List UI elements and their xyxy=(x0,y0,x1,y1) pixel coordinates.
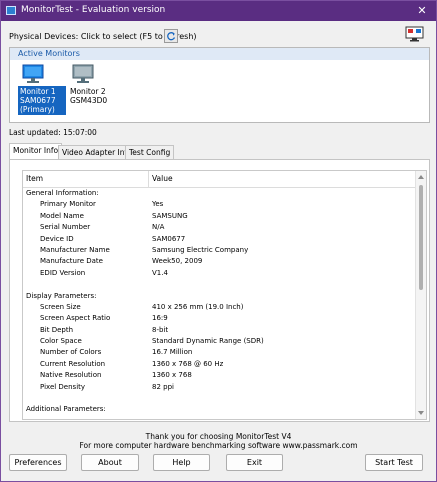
grid-item-value: 8-bit xyxy=(152,325,169,334)
grid-item-value: 1360 x 768 xyxy=(152,371,192,380)
table-row[interactable]: Manufacturer Name Samsung Electric Compan… xyxy=(23,245,415,256)
grid-item-label: Screen Size xyxy=(40,302,81,311)
app-monitor-icon xyxy=(6,6,16,15)
table-row[interactable]: Number of Colors 16.7 Million xyxy=(23,347,415,358)
help-button[interactable]: Help xyxy=(153,454,210,471)
grid-item-label: Color Space xyxy=(40,337,82,346)
vertical-scrollbar[interactable] xyxy=(415,171,426,419)
grid-item-label: Display Parameters: xyxy=(26,291,97,300)
table-row[interactable]: Model Name SAMSUNG xyxy=(23,211,415,222)
grid-item-label: Manufacture Date xyxy=(40,257,103,266)
thanks-message: Thank you for choosing MonitorTest V4 xyxy=(145,432,292,441)
grid-item-label: Number of Colors xyxy=(40,348,102,357)
tab-test-config[interactable]: Test Config xyxy=(125,145,175,159)
grid-section-row[interactable]: Additional Parameters: xyxy=(23,404,415,415)
close-button[interactable]: ✕ xyxy=(412,3,432,19)
monitor-settings-icon[interactable] xyxy=(405,26,425,43)
active-monitors-panel: Active Monitors Monitor 1 SAM0677 (Prima… xyxy=(9,47,430,123)
monitor-1-tile[interactable]: Monitor 1 SAM0677 (Primary) xyxy=(18,64,66,115)
grid-item-label: Model Name xyxy=(40,211,84,220)
title-bar[interactable]: MonitorTest - Evaluation version ✕ xyxy=(1,1,436,21)
grid-item-value: 82 ppi xyxy=(152,382,174,391)
passmark-message: For more computer hardware benchmarking … xyxy=(79,441,358,450)
grid-item-label: Manufacturer Name xyxy=(40,245,110,254)
grid-item-value: V1.4 xyxy=(152,268,168,277)
start-test-button[interactable]: Start Test xyxy=(365,454,423,471)
grid-item-label: Additional Parameters: xyxy=(26,405,106,414)
footer-text: Thank you for choosing MonitorTest V4 Fo… xyxy=(1,432,436,450)
column-separator[interactable] xyxy=(148,171,149,187)
table-row[interactable]: EDID Version V1.4 xyxy=(23,268,415,279)
grid-item-value: 410 x 256 mm (19.0 Inch) xyxy=(152,302,244,311)
active-monitors-header: Active Monitors xyxy=(10,48,429,60)
grid-item-value: SAMSUNG xyxy=(152,211,188,220)
grid-rows: General Information: Primary Monitor Yes Mo… xyxy=(23,188,415,416)
preferences-button[interactable]: Preferences xyxy=(9,454,67,471)
monitor-id: GSM43D0 xyxy=(70,96,108,105)
grid-header: Item Value xyxy=(23,171,415,188)
grid-item-label: Native Resolution xyxy=(40,371,102,380)
table-row[interactable]: Manufacture Date Week50, 2009 xyxy=(23,256,415,267)
last-updated-label: Last updated: 15:07:00 xyxy=(9,128,97,137)
grid-item-value: 16:9 xyxy=(152,314,168,323)
monitor-icon xyxy=(22,64,44,83)
grid-item-value: 16.7 Million xyxy=(152,348,193,357)
table-row[interactable]: Pixel Density 82 ppi xyxy=(23,382,415,393)
grid-item-label: Current Resolution xyxy=(40,359,106,368)
table-row[interactable]: Primary Monitor Yes xyxy=(23,199,415,210)
table-row[interactable]: Screen Size 410 x 256 mm (19.0 Inch) xyxy=(23,302,415,313)
monitor-name: Monitor 1 xyxy=(20,87,56,96)
monitor-name: Monitor 2 xyxy=(70,87,106,96)
grid-item-label: Bit Depth xyxy=(40,325,74,334)
scroll-down-icon[interactable] xyxy=(418,411,424,415)
grid-item-label: Serial Number xyxy=(40,223,91,232)
grid-item-label: Screen Aspect Ratio xyxy=(40,314,111,323)
table-row[interactable]: Bit Depth 8-bit xyxy=(23,325,415,336)
monitor-2-tile[interactable]: Monitor 2 GSM43D0 xyxy=(68,64,116,106)
tab-monitor-info[interactable]: Monitor Info xyxy=(9,143,63,159)
grid-item-value: Samsung Electric Company xyxy=(152,245,249,254)
refresh-button[interactable] xyxy=(164,29,178,43)
table-row[interactable]: Current Resolution 1360 x 768 @ 60 Hz xyxy=(23,359,415,370)
exit-button[interactable]: Exit xyxy=(226,454,283,471)
grid-item-label: EDID Version xyxy=(40,268,86,277)
about-button[interactable]: About xyxy=(81,454,139,471)
main-window: MonitorTest - Evaluation version ✕ Physi… xyxy=(0,0,437,482)
grid-section-row[interactable]: General Information: xyxy=(23,188,415,199)
grid-item-value: 1360 x 768 @ 60 Hz xyxy=(152,359,224,368)
refresh-icon xyxy=(167,32,176,41)
monitor-icon xyxy=(72,64,94,83)
monitor-info-panel: Item Value General Information: Primary M… xyxy=(9,159,430,422)
grid-item-label: General Information: xyxy=(26,189,99,197)
info-grid: Item Value General Information: Primary M… xyxy=(22,170,427,420)
grid-item-value: Yes xyxy=(152,200,164,209)
table-row[interactable]: Screen Aspect Ratio 16:9 xyxy=(23,313,415,324)
grid-blank-row xyxy=(23,279,415,290)
grid-item-label: Pixel Density xyxy=(40,382,86,391)
table-row[interactable]: Native Resolution 1360 x 768 xyxy=(23,370,415,381)
grid-section-row[interactable]: Display Parameters: xyxy=(23,291,415,302)
grid-item-label: Device ID xyxy=(40,234,74,243)
grid-item-value: N/A xyxy=(152,223,165,232)
monitor-id: SAM0677 xyxy=(20,96,56,105)
table-row[interactable]: Device ID SAM0677 xyxy=(23,234,415,245)
column-header-item[interactable]: Item xyxy=(26,174,43,183)
grid-blank-row xyxy=(23,393,415,404)
window-title: MonitorTest - Evaluation version xyxy=(21,5,166,15)
table-row[interactable]: Color Space Standard Dynamic Range (SDR) xyxy=(23,336,415,347)
scrollbar-thumb[interactable] xyxy=(419,185,423,290)
column-header-value[interactable]: Value xyxy=(152,174,173,183)
monitor-primary-flag: (Primary) xyxy=(20,105,55,114)
grid-item-label: Primary Monitor xyxy=(40,200,96,209)
table-row[interactable]: Serial Number N/A xyxy=(23,222,415,233)
grid-item-value: Standard Dynamic Range (SDR) xyxy=(152,337,264,346)
scroll-up-icon[interactable] xyxy=(418,175,424,179)
grid-item-value: SAM0677 xyxy=(152,234,186,243)
grid-item-value: Week50, 2009 xyxy=(152,257,203,266)
